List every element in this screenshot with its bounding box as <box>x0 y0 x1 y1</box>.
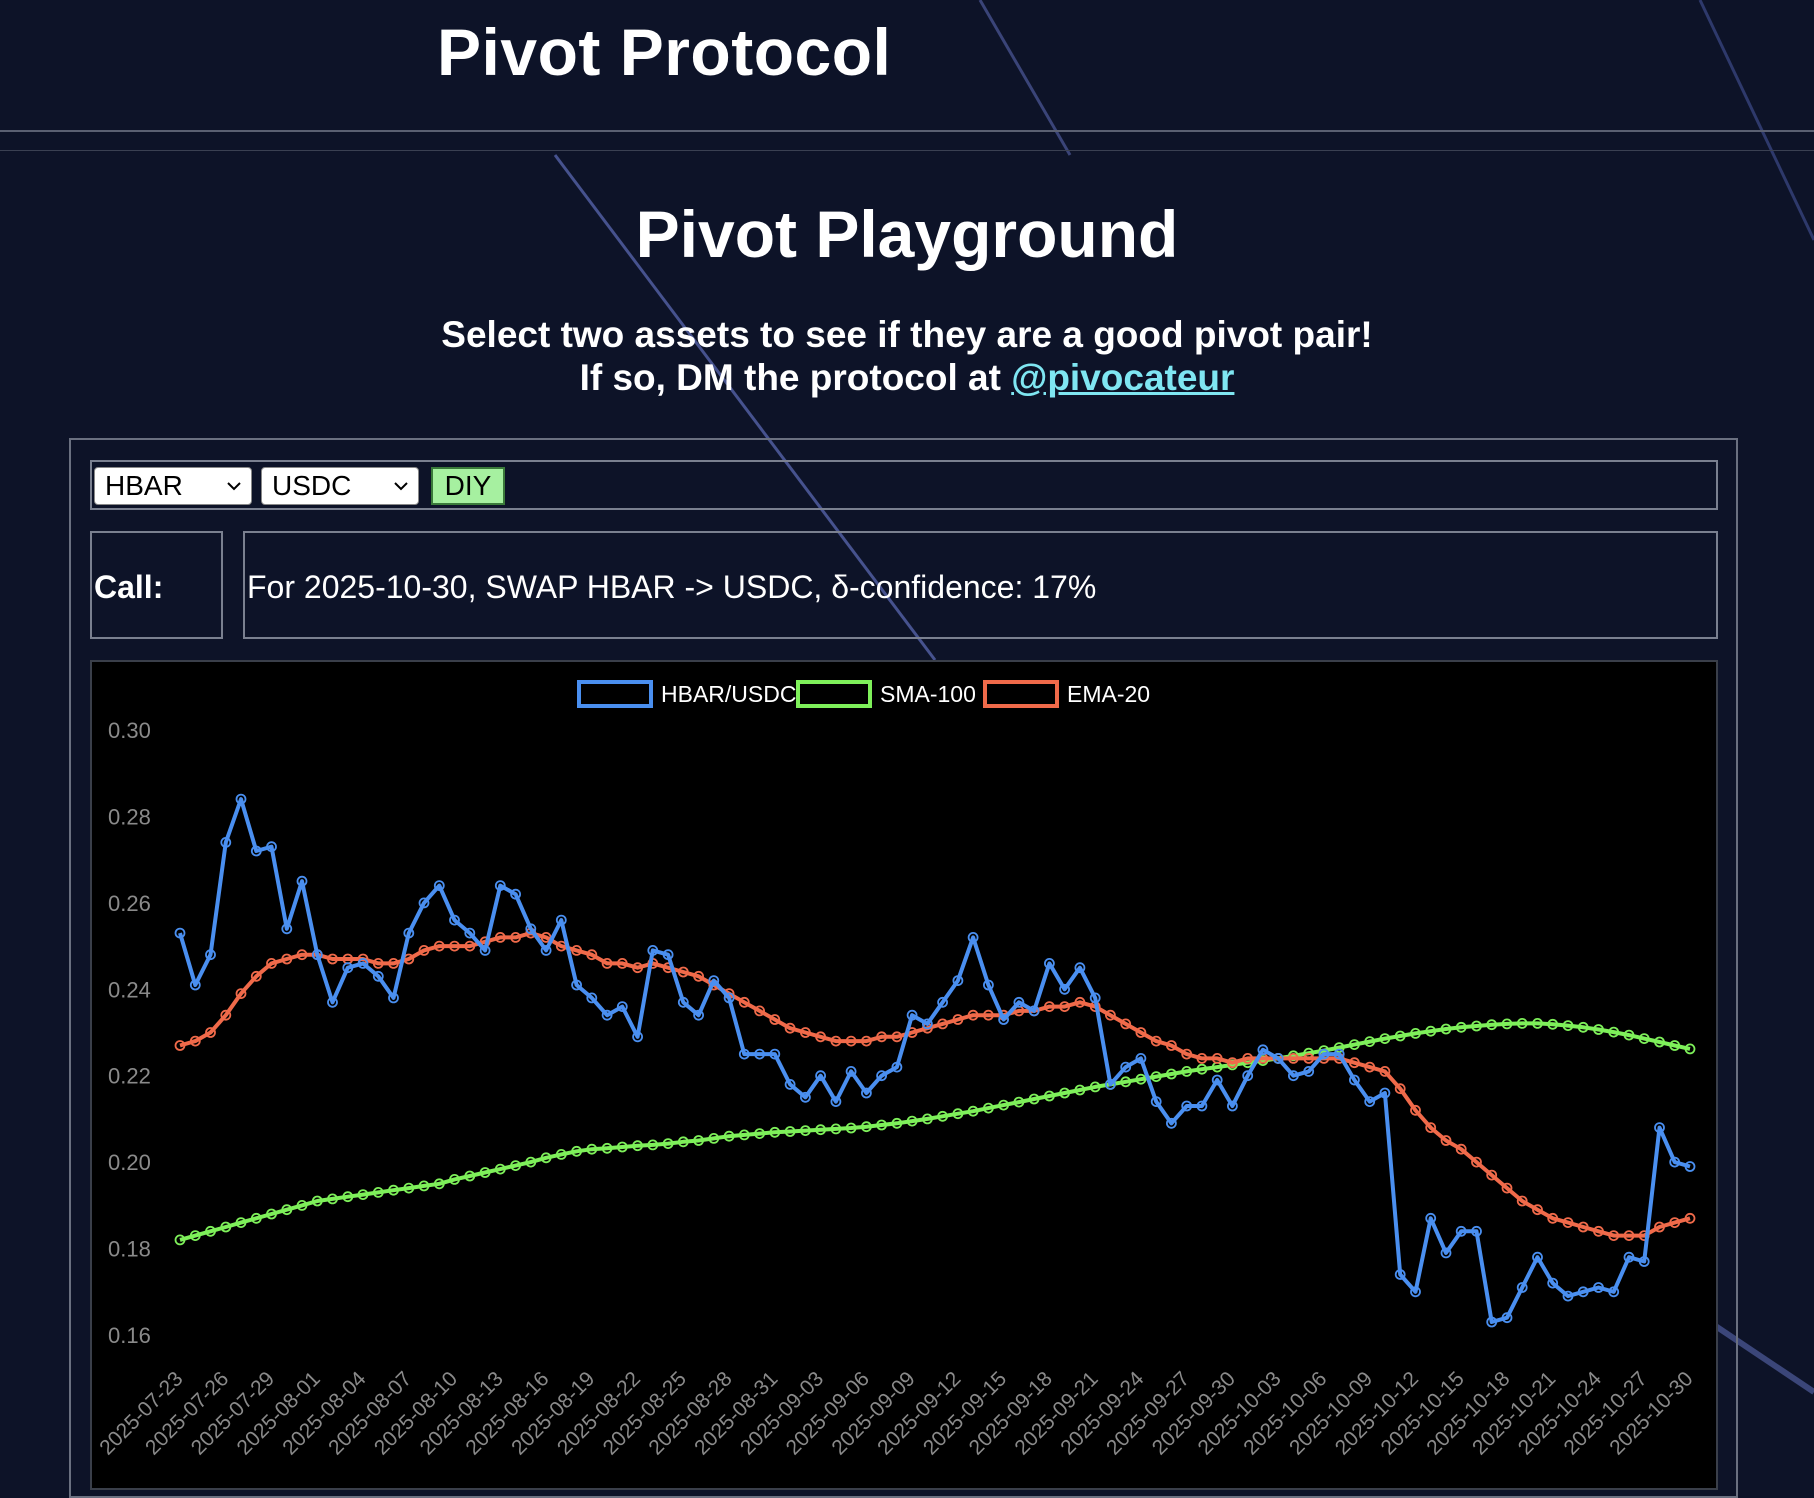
page-subtitle: Select two assets to see if they are a g… <box>0 313 1814 399</box>
call-label: Call: <box>90 531 223 639</box>
y-tick-label: 0.16 <box>108 1323 151 1348</box>
y-tick-label: 0.24 <box>108 977 151 1002</box>
legend-swatch <box>796 680 872 708</box>
y-tick-label: 0.18 <box>108 1237 151 1262</box>
quote-asset-select[interactable]: USDC <box>261 467 419 505</box>
y-tick-label: 0.26 <box>108 891 151 916</box>
legend-swatch <box>983 680 1059 708</box>
subtitle-line-1: Select two assets to see if they are a g… <box>441 314 1373 355</box>
series-line-sma-100 <box>179 1021 1691 1242</box>
twitter-handle-link[interactable]: @pivocateur <box>1011 357 1234 398</box>
asset-controls-bar: HBAR USDC DIY <box>90 460 1718 510</box>
subtitle-line-2-prefix: If so, DM the protocol at <box>579 357 1012 398</box>
brand-title[interactable]: Pivot Protocol <box>437 14 891 90</box>
chevron-down-icon <box>394 482 408 491</box>
page-title: Pivot Playground <box>635 197 1179 271</box>
legend-label: SMA-100 <box>880 681 976 707</box>
y-tick-label: 0.30 <box>108 718 151 743</box>
y-tick-label: 0.28 <box>108 804 151 829</box>
site-header: Pivot Protocol <box>0 0 1814 151</box>
y-tick-label: 0.22 <box>108 1064 151 1089</box>
diy-button[interactable]: DIY <box>431 467 505 505</box>
base-asset-select[interactable]: HBAR <box>94 467 252 505</box>
quote-asset-value: USDC <box>272 470 352 501</box>
legend-label: EMA-20 <box>1067 681 1150 707</box>
legend-swatch <box>577 680 653 708</box>
series-line-hbar-usdc <box>178 797 1691 1324</box>
legend-label: HBAR/USDC <box>661 681 796 707</box>
base-asset-value: HBAR <box>105 470 183 501</box>
y-tick-label: 0.20 <box>108 1150 151 1175</box>
price-chart: 0.30 0.28 0.26 0.24 0.22 0.20 0.18 0.16 2025-07-… <box>90 660 1718 1490</box>
call-recommendation-text: For 2025-10-30, SWAP HBAR -> USDC, δ-con… <box>243 531 1718 639</box>
price-chart-svg: 0.300.280.260.240.220.200.180.162025-07-… <box>95 680 1698 1459</box>
chevron-down-icon <box>227 482 241 491</box>
